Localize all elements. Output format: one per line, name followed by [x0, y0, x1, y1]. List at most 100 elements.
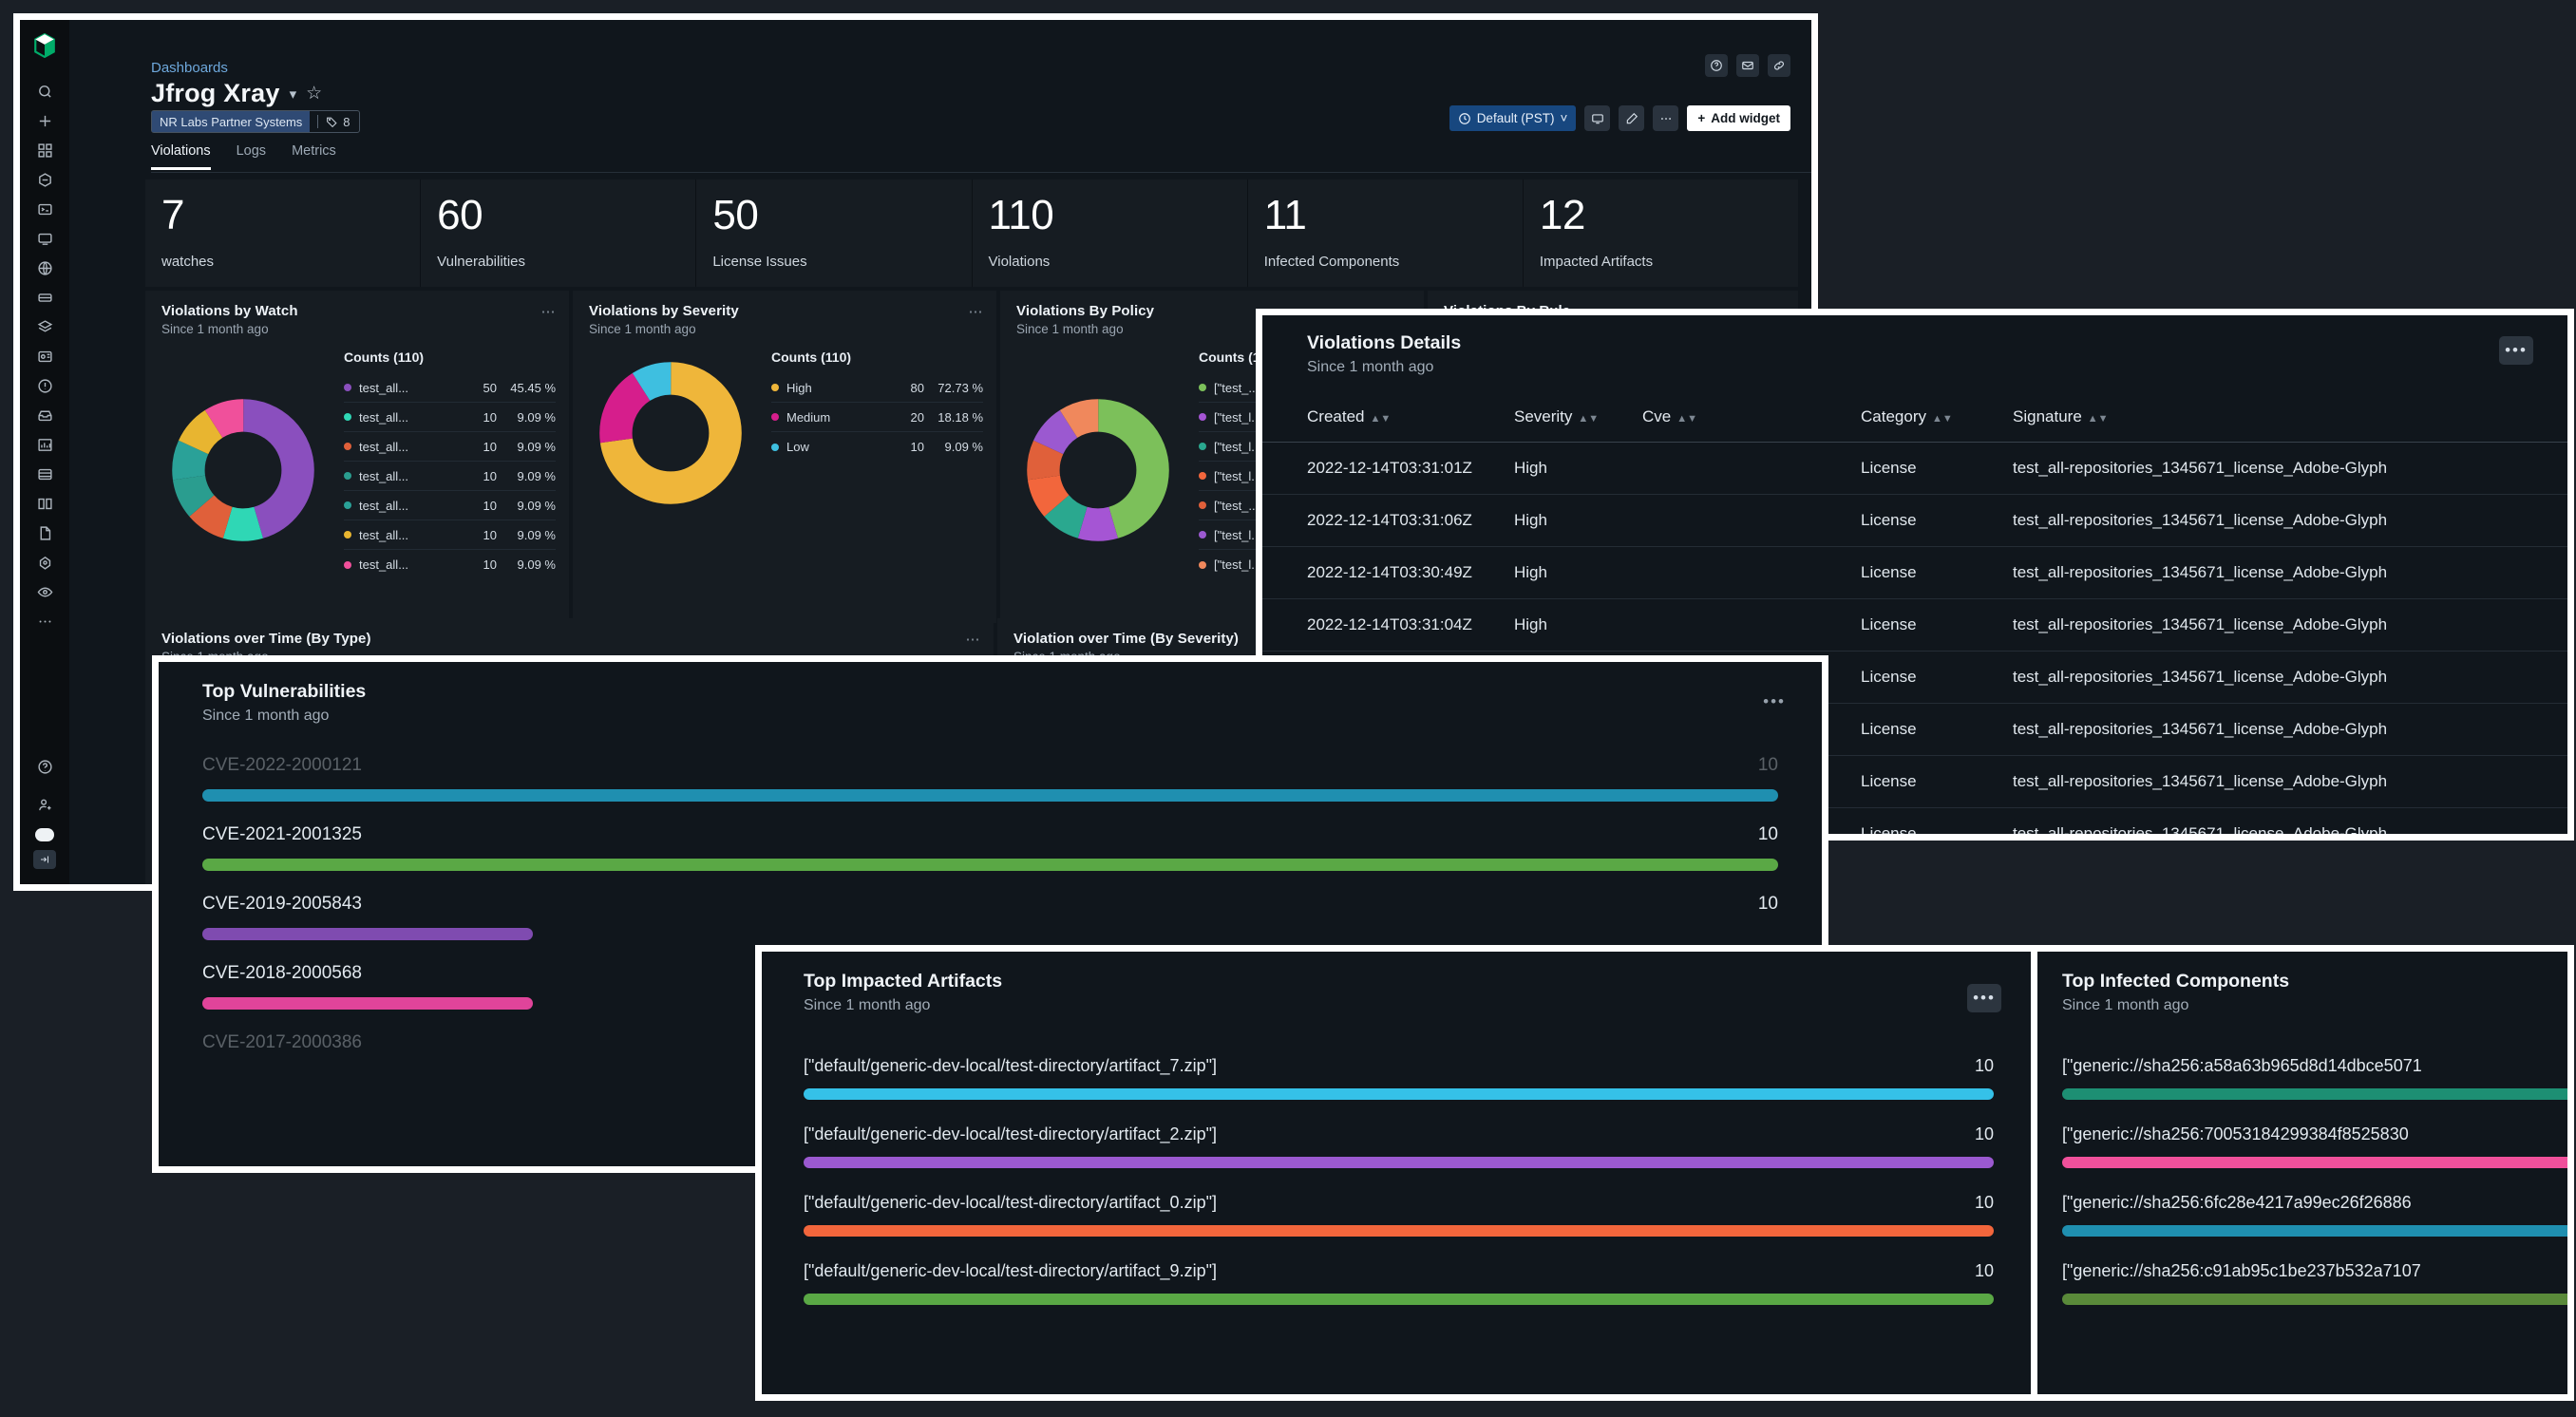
top-impacted-artifacts-panel[interactable]: Top Impacted Artifacts Since 1 month ago…	[755, 945, 2042, 1401]
artifact-item[interactable]: ["default/generic-dev-local/test-directo…	[762, 1124, 2036, 1168]
vulnerability-item[interactable]: CVE-2022-2000121 10	[159, 755, 1822, 802]
edit-button[interactable]	[1619, 105, 1644, 131]
document-icon[interactable]	[28, 519, 61, 548]
widget-menu-icon[interactable]: •••	[1763, 692, 1786, 711]
artifact-item[interactable]: ["default/generic-dev-local/test-directo…	[762, 1261, 2036, 1305]
violations-details-header: Violations Details Since 1 month ago	[1262, 315, 2567, 376]
mail-icon[interactable]	[1736, 54, 1759, 77]
more-ellipsis-icon[interactable]	[28, 607, 61, 636]
legend-row[interactable]: test_all...109.09 %	[344, 403, 556, 432]
newrelic-logo-icon[interactable]	[32, 33, 57, 58]
legend-row[interactable]: test_all...109.09 %	[344, 432, 556, 462]
inbox-icon[interactable]	[28, 401, 61, 430]
legend-row[interactable]: test_all...5045.45 %	[344, 373, 556, 403]
errors-inbox-icon[interactable]	[28, 548, 61, 577]
column-header-cve[interactable]: Cve▲▼	[1642, 407, 1861, 443]
widget-menu-icon[interactable]: ⋯	[541, 303, 558, 320]
legend-row[interactable]: test_all...109.09 %	[344, 550, 556, 579]
cell-signature: test_all-repositories_1345671_license_Ad…	[2013, 704, 2567, 756]
kpi-impacted-artifacts[interactable]: 12 Impacted Artifacts	[1524, 179, 1798, 287]
legend-row[interactable]: High8072.73 %	[771, 373, 983, 403]
link-icon[interactable]	[1768, 54, 1790, 77]
dashboard-tabs: Violations Logs Metrics	[151, 143, 336, 170]
tab-metrics[interactable]: Metrics	[292, 143, 336, 170]
component-item[interactable]: ["generic://sha256:70053184299384f852583…	[2037, 1124, 2567, 1168]
add-icon[interactable]	[28, 106, 61, 136]
dashboards-chart-icon[interactable]	[28, 430, 61, 460]
component-item[interactable]: ["generic://sha256:6fc28e4217a99ec26f268…	[2037, 1193, 2567, 1237]
widget-violations-by-severity[interactable]: Violations by Severity Since 1 month ago…	[573, 291, 996, 623]
legend-label: test_all...	[359, 440, 459, 454]
table-row[interactable]: 2022-12-14T03:31:04ZHighLicensetest_all-…	[1262, 599, 2567, 652]
artifact-item[interactable]: ["default/generic-dev-local/test-directo…	[762, 1193, 2036, 1237]
vulnerability-item[interactable]: CVE-2021-2001325 10	[159, 824, 1822, 871]
eye-icon[interactable]	[28, 577, 61, 607]
apps-grid-icon[interactable]	[28, 136, 61, 165]
widget-violations-by-watch[interactable]: Violations by Watch Since 1 month ago ⋯	[145, 291, 569, 623]
column-header-created[interactable]: Created▲▼	[1262, 407, 1514, 443]
kpi-vulnerabilities[interactable]: 60 Vulnerabilities	[421, 179, 696, 287]
add-user-icon[interactable]	[28, 790, 61, 820]
vulnerability-item[interactable]: CVE-2019-2005843 10	[159, 894, 1822, 940]
star-icon[interactable]: ☆	[306, 83, 322, 104]
account-filter-bar[interactable]: NR Labs Partner Systems 8	[151, 110, 360, 133]
widget-menu-icon[interactable]: ⋯	[969, 303, 985, 320]
widget-menu-icon[interactable]: ⋯	[966, 631, 982, 648]
legend-row[interactable]: test_all...109.09 %	[344, 520, 556, 550]
kpi-label: Impacted Artifacts	[1540, 254, 1798, 270]
compare-icon[interactable]	[28, 489, 61, 519]
help-icon[interactable]	[28, 752, 61, 782]
top-infected-components-panel[interactable]: Top Infected Components Since 1 month ag…	[2031, 945, 2574, 1401]
avatar[interactable]	[35, 828, 54, 841]
column-header-signature[interactable]: Signature▲▼	[2013, 407, 2567, 443]
kpi-infected-components[interactable]: 11 Infected Components	[1248, 179, 1524, 287]
cell-created: 2022-12-14T03:31:01Z	[1262, 443, 1514, 495]
dashboard-toolbar: Default (PST) ˅ + Add widget	[1449, 105, 1790, 131]
tab-logs[interactable]: Logs	[237, 143, 266, 170]
time-range-picker[interactable]: Default (PST) ˅	[1449, 105, 1577, 131]
table-row[interactable]: 2022-12-14T03:31:01ZHighLicensetest_all-…	[1262, 443, 2567, 495]
terminal-icon[interactable]	[28, 195, 61, 224]
widget-menu-icon[interactable]: •••	[1967, 984, 2001, 1012]
tab-violations[interactable]: Violations	[151, 143, 211, 170]
violations-details-menu[interactable]: •••	[2499, 336, 2533, 365]
bar-track	[202, 789, 1778, 802]
account-chip[interactable]: NR Labs Partner Systems	[152, 111, 310, 132]
breadcrumb[interactable]: Dashboards	[151, 60, 228, 76]
legend-row[interactable]: Low109.09 %	[771, 432, 983, 462]
tag-filter[interactable]: 8	[326, 115, 358, 129]
present-mode-button[interactable]	[1584, 105, 1610, 131]
entities-icon[interactable]	[28, 165, 61, 195]
cell-category: License	[1861, 652, 2013, 704]
legend-row[interactable]: test_all...109.09 %	[344, 462, 556, 491]
synthetics-icon[interactable]	[28, 342, 61, 371]
collapse-sidebar-button[interactable]	[33, 850, 56, 869]
artifact-item[interactable]: ["default/generic-dev-local/test-directo…	[762, 1056, 2036, 1100]
table-row[interactable]: 2022-12-14T03:31:06ZHighLicensetest_all-…	[1262, 495, 2567, 547]
table-row[interactable]: 2022-12-14T03:30:49ZHighLicensetest_all-…	[1262, 547, 2567, 599]
legend-row[interactable]: test_all...109.09 %	[344, 491, 556, 520]
time-range-label: Default (PST)	[1477, 111, 1555, 125]
browser-globe-icon[interactable]	[28, 254, 61, 283]
column-header-category[interactable]: Category▲▼	[1861, 407, 2013, 443]
top-impacted-artifacts-menu[interactable]: •••	[1967, 984, 2001, 1012]
kpi-watches[interactable]: 7 watches	[145, 179, 421, 287]
kpi-value: 7	[161, 195, 420, 236]
legend-row[interactable]: Medium2018.18 %	[771, 403, 983, 432]
kpi-license-issues[interactable]: 50 License Issues	[696, 179, 972, 287]
help-icon[interactable]	[1705, 54, 1728, 77]
kpi-violations[interactable]: 110 Violations	[973, 179, 1248, 287]
logs-icon[interactable]	[28, 460, 61, 489]
layers-icon[interactable]	[28, 312, 61, 342]
chevron-down-icon[interactable]: ▾	[290, 85, 297, 103]
column-header-severity[interactable]: Severity▲▼	[1514, 407, 1642, 443]
widget-menu-icon[interactable]: •••	[2499, 336, 2533, 365]
database-icon[interactable]	[28, 283, 61, 312]
hosts-icon[interactable]	[28, 224, 61, 254]
component-item[interactable]: ["generic://sha256:c91ab95c1be237b532a71…	[2037, 1261, 2567, 1305]
alerts-icon[interactable]	[28, 371, 61, 401]
more-options-button[interactable]	[1653, 105, 1678, 131]
component-item[interactable]: ["generic://sha256:a58a63b965d8d14dbce50…	[2037, 1056, 2567, 1100]
add-widget-button[interactable]: + Add widget	[1687, 105, 1790, 131]
search-icon[interactable]	[28, 77, 61, 106]
